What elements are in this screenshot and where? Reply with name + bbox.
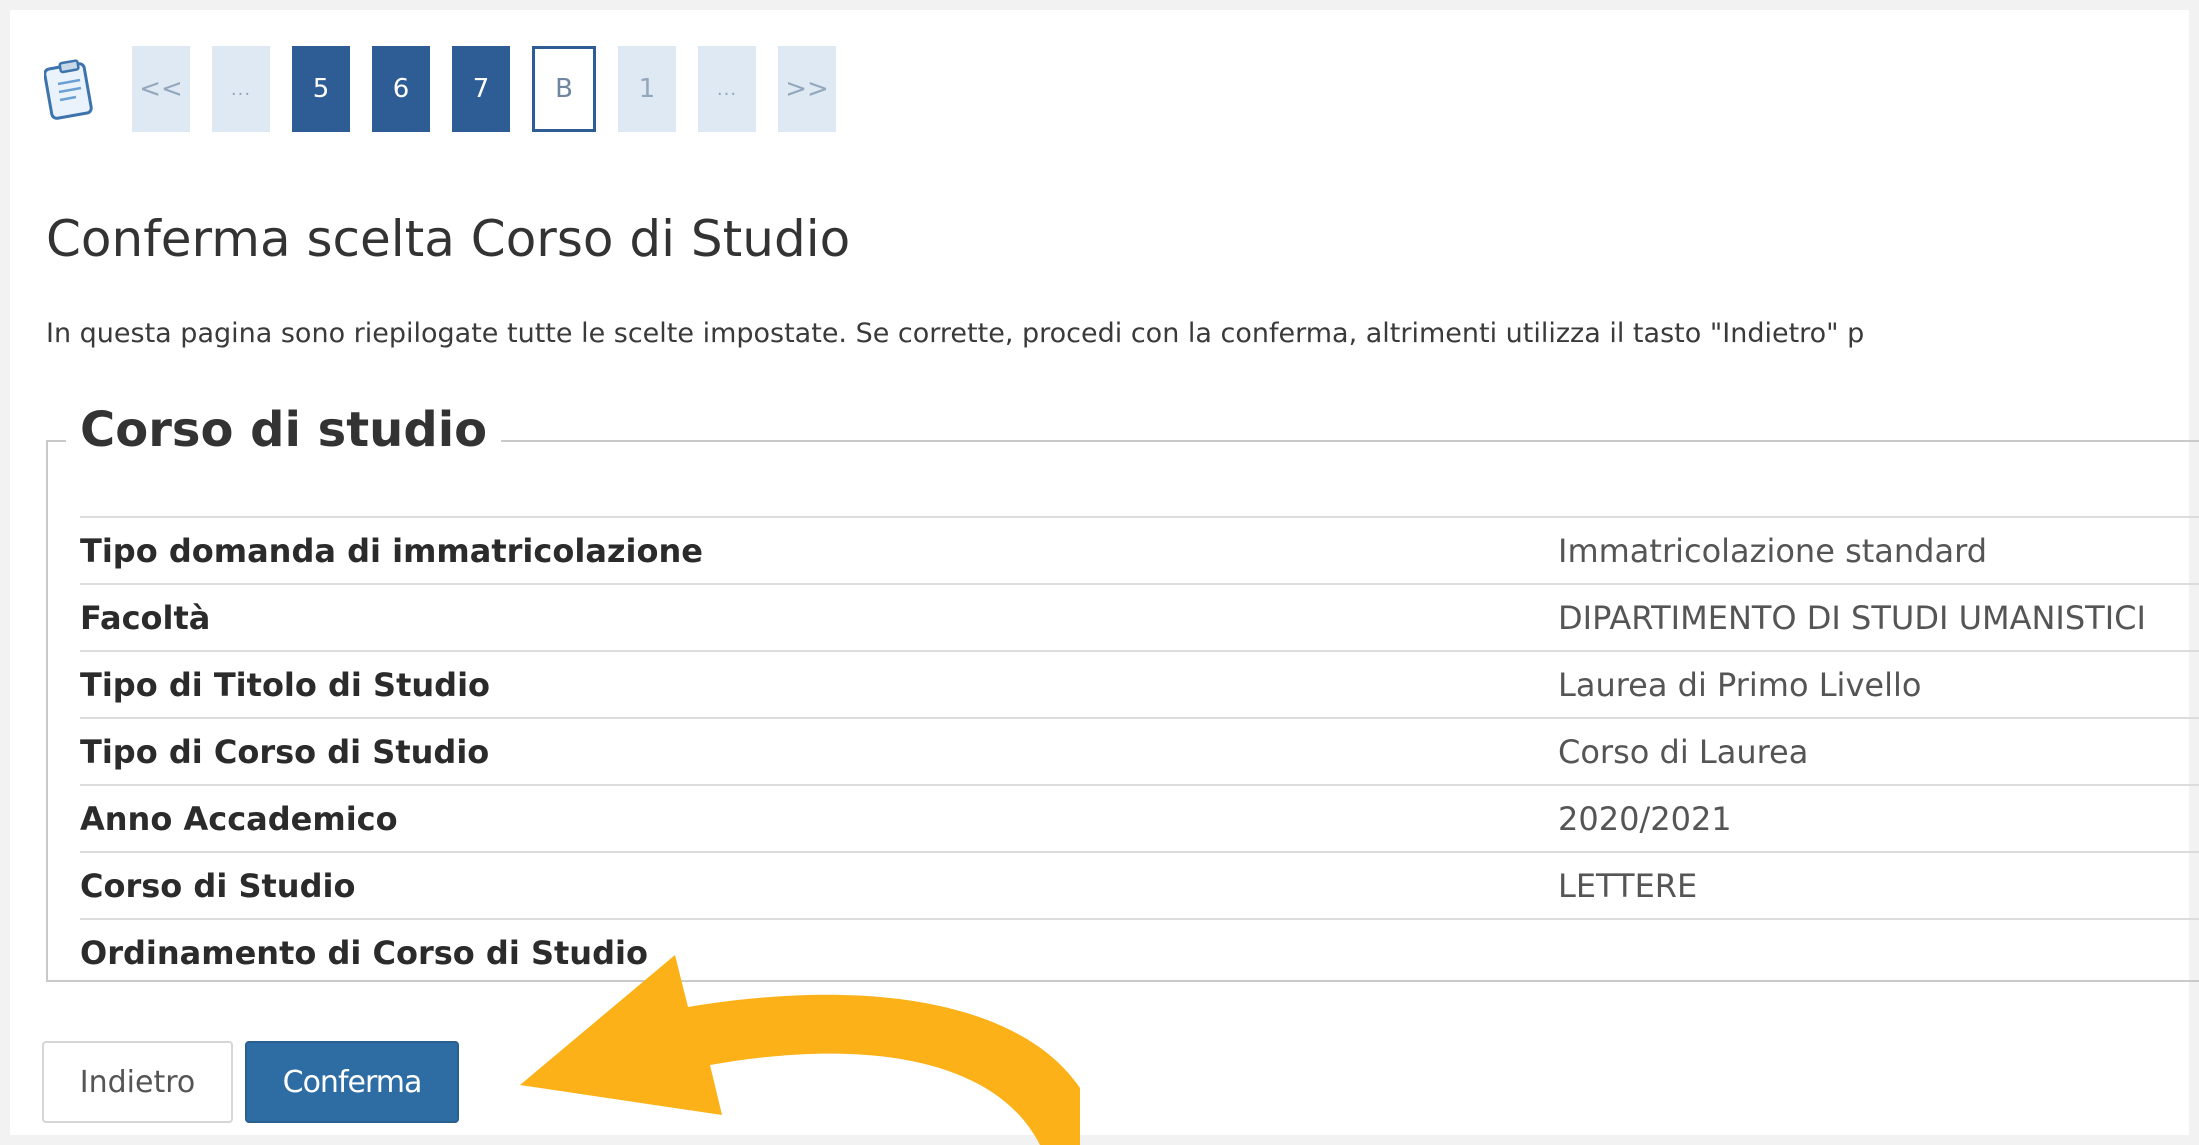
annotation-arrow-icon <box>520 955 1080 1145</box>
row-label: Anno Accademico <box>80 784 1558 852</box>
summary-table: Tipo domanda di immatricolazione Immatri… <box>80 516 2199 985</box>
table-row: Tipo di Corso di Studio Corso di Laurea <box>80 717 2199 785</box>
pager-ellipsis-left: ... <box>212 46 270 132</box>
row-label: Tipo di Titolo di Studio <box>80 650 1558 718</box>
fieldset-legend: Corso di studio <box>66 402 502 458</box>
pager-step-1[interactable]: 1 <box>618 46 676 132</box>
step-pager: << ... 5 6 7 B 1 ... >> <box>44 44 858 134</box>
table-row: Corso di Studio LETTERE <box>80 851 2199 919</box>
table-row: Facoltà DIPARTIMENTO DI STUDI UMANISTICI <box>80 583 2199 651</box>
row-label: Corso di Studio <box>80 851 1558 919</box>
page: << ... 5 6 7 B 1 ... >> Conferma scelta … <box>0 0 2199 1145</box>
row-label: Tipo di Corso di Studio <box>80 717 1558 785</box>
confirm-button[interactable]: Conferma <box>245 1041 459 1123</box>
pager-step-7[interactable]: 7 <box>452 46 510 132</box>
pager-step-6[interactable]: 6 <box>372 46 430 132</box>
pager-ellipsis-right: ... <box>698 46 756 132</box>
page-intro: In questa pagina sono riepilogate tutte … <box>46 318 1865 349</box>
page-title: Conferma scelta Corso di Studio <box>46 210 851 268</box>
pager-last[interactable]: >> <box>778 46 836 132</box>
back-button[interactable]: Indietro <box>42 1041 233 1123</box>
corso-di-studio-fieldset: Corso di studio Tipo domanda di immatric… <box>46 402 2199 985</box>
pager-step-5[interactable]: 5 <box>292 46 350 132</box>
row-value: Immatricolazione standard <box>1558 516 2199 584</box>
row-label: Facoltà <box>80 583 1558 651</box>
row-value: Laurea di Primo Livello <box>1558 650 2199 718</box>
row-value <box>1558 918 2199 985</box>
table-row: Ordinamento di Corso di Studio <box>80 918 2199 985</box>
table-row: Tipo domanda di immatricolazione Immatri… <box>80 516 2199 584</box>
row-value: 2020/2021 <box>1558 784 2199 852</box>
table-row: Tipo di Titolo di Studio Laurea di Primo… <box>80 650 2199 718</box>
pager-step-current[interactable]: B <box>532 46 596 132</box>
pager-first[interactable]: << <box>132 46 190 132</box>
row-value: Corso di Laurea <box>1558 717 2199 785</box>
clipboard-icon <box>44 59 93 120</box>
table-row: Anno Accademico 2020/2021 <box>80 784 2199 852</box>
row-value: DIPARTIMENTO DI STUDI UMANISTICI <box>1558 583 2199 651</box>
row-value: LETTERE <box>1558 851 2199 919</box>
row-label: Tipo domanda di immatricolazione <box>80 516 1558 584</box>
